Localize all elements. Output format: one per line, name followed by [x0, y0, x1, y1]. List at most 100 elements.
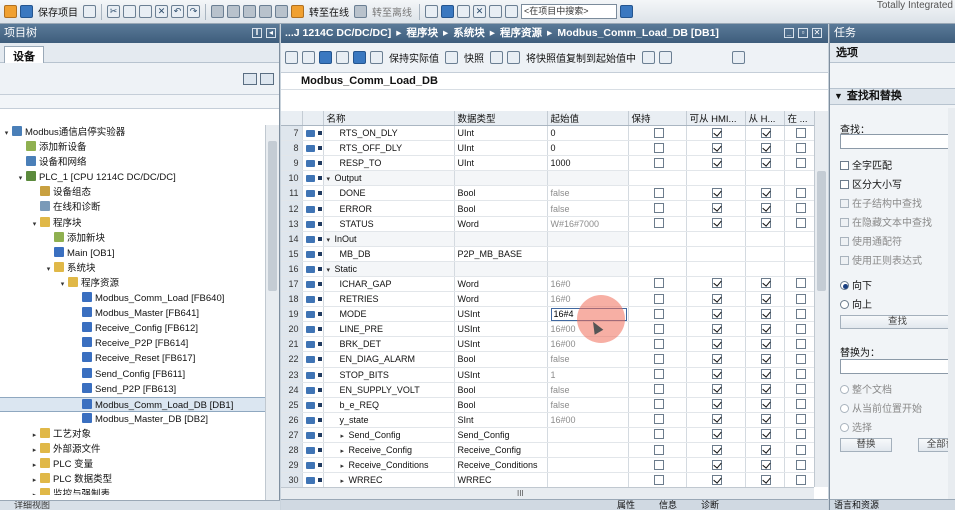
chevron-right-icon[interactable]: ▸	[341, 447, 349, 455]
name-cell[interactable]: ▸ WRREC	[323, 472, 455, 487]
name-cell[interactable]: EN_SUPPLY_VOLT	[323, 382, 455, 398]
retain-cell[interactable]	[628, 306, 687, 323]
visible-in-hmi-checkbox[interactable]	[795, 142, 806, 153]
writable-from-hmi-cell[interactable]	[745, 140, 785, 157]
accessible-from-hmi-checkbox[interactable]	[712, 338, 722, 349]
visible-in-hmi-cell[interactable]	[784, 367, 814, 383]
table-row[interactable]: 23 STOP_BITS USInt 1	[281, 367, 814, 383]
whole-word-option[interactable]: 全字匹配	[840, 157, 892, 172]
load-snapshot-icon[interactable]	[507, 51, 520, 64]
accessible-from-hmi-cell[interactable]	[686, 472, 746, 487]
visible-in-hmi-cell[interactable]	[784, 457, 814, 474]
detail-view-icon[interactable]	[260, 73, 274, 85]
writable-from-hmi-checkbox[interactable]	[761, 203, 771, 214]
accessible-from-hmi-checkbox[interactable]	[712, 157, 722, 168]
writable-from-hmi-checkbox[interactable]	[761, 414, 771, 425]
inspector-tab[interactable]: 信息	[659, 500, 677, 510]
writable-from-hmi-cell[interactable]	[745, 170, 785, 187]
accessible-from-hmi-cell[interactable]	[686, 412, 746, 428]
retain-cell[interactable]	[628, 291, 687, 308]
writable-from-hmi-checkbox[interactable]	[761, 353, 771, 364]
selection-radio[interactable]	[840, 423, 849, 432]
copy-snapshot-icon[interactable]	[490, 51, 503, 64]
table-row[interactable]: 30 ▸ WRREC WRREC	[281, 472, 814, 487]
selection-option[interactable]: 选择	[840, 419, 872, 434]
start-value-cell[interactable]	[547, 457, 629, 474]
project-search-input[interactable]: <在项目中搜索>	[521, 4, 617, 19]
tree-item[interactable]: Send_P2P [FB613]	[0, 382, 265, 397]
data-type-cell[interactable]	[454, 261, 548, 277]
data-type-cell[interactable]: UInt	[454, 140, 548, 157]
start-value-cell[interactable]: false	[547, 397, 629, 413]
collapse-panel-icon[interactable]: ◂	[266, 28, 276, 38]
retain-checkbox[interactable]	[653, 323, 664, 334]
accessible-from-hmi-cell[interactable]	[686, 276, 746, 293]
breadcrumb-item[interactable]: 程序资源	[500, 27, 542, 39]
retain-cell[interactable]	[628, 155, 687, 172]
initialize-setpoints-icon[interactable]	[659, 51, 672, 64]
column-header[interactable]: 在 ...	[784, 111, 814, 126]
accessible-from-hmi-checkbox[interactable]	[712, 278, 722, 289]
chevron-down-icon[interactable]: ▾	[58, 277, 67, 292]
table-row[interactable]: 26 y_state SInt 16#00	[281, 412, 814, 428]
insert-row-icon[interactable]	[285, 51, 298, 64]
accessible-from-hmi-cell[interactable]	[686, 427, 746, 443]
visible-in-hmi-checkbox[interactable]	[795, 127, 806, 138]
visible-in-hmi-cell[interactable]	[784, 397, 814, 413]
writable-from-hmi-cell[interactable]	[745, 200, 785, 217]
visible-in-hmi-cell[interactable]	[784, 140, 814, 157]
retain-checkbox[interactable]	[653, 218, 664, 229]
visible-in-hmi-cell[interactable]	[784, 336, 814, 353]
writable-from-hmi-checkbox[interactable]	[761, 338, 771, 349]
substructures-option[interactable]: 在子结构中查找	[840, 195, 922, 210]
writable-from-hmi-cell[interactable]	[745, 427, 785, 443]
data-type-cell[interactable]: USInt	[454, 321, 548, 338]
visible-in-hmi-cell[interactable]	[784, 231, 814, 247]
name-cell[interactable]: ▸ Send_Config	[323, 427, 455, 443]
data-type-cell[interactable]: WRREC	[454, 472, 548, 487]
table-row[interactable]: 9 RESP_TO UInt 1000	[281, 155, 814, 172]
table-row[interactable]: 16 ▾ Static	[281, 261, 814, 277]
retain-cell[interactable]	[628, 125, 687, 142]
tree-item[interactable]: Receive_Config [FB612]	[0, 321, 265, 336]
data-type-cell[interactable]: SInt	[454, 412, 548, 428]
visible-in-hmi-checkbox[interactable]	[795, 308, 806, 319]
keep-actual-values-button[interactable]: 保持实际值	[387, 50, 441, 65]
writable-from-hmi-checkbox[interactable]	[761, 459, 771, 470]
name-cell[interactable]: RTS_OFF_DLY	[323, 140, 455, 157]
start-value-cell[interactable]: false	[547, 185, 629, 202]
tree-item[interactable]: ▸ 外部源文件	[0, 442, 265, 457]
retain-checkbox[interactable]	[653, 459, 664, 470]
start-value-cell[interactable]	[547, 170, 629, 187]
name-cell[interactable]: RTS_ON_DLY	[323, 125, 455, 142]
name-cell[interactable]: b_e_REQ	[323, 397, 455, 413]
replace-input[interactable]	[840, 359, 955, 374]
writable-from-hmi-cell[interactable]	[745, 246, 785, 262]
visible-in-hmi-cell[interactable]	[784, 291, 814, 308]
table-row[interactable]: 19 MODE USInt 16#4	[281, 306, 814, 323]
chevron-down-icon[interactable]: ▾	[327, 236, 335, 244]
start-value-cell[interactable]: 16#00	[547, 336, 629, 353]
snapshot-button[interactable]: 快照	[462, 50, 486, 65]
accessible-from-hmi-checkbox[interactable]	[712, 293, 722, 304]
accessible-from-hmi-cell[interactable]	[686, 457, 746, 474]
start-value-cell[interactable]: 16#0	[547, 291, 629, 308]
start-value-cell[interactable]: false	[547, 200, 629, 217]
writable-from-hmi-cell[interactable]	[745, 231, 785, 247]
start-value-cell[interactable]: 0	[547, 125, 629, 142]
table-row[interactable]: 14 ▾ InOut	[281, 231, 814, 247]
visible-in-hmi-cell[interactable]	[784, 412, 814, 428]
chevron-down-icon[interactable]: ▾	[2, 126, 11, 141]
writable-from-hmi-checkbox[interactable]	[761, 399, 771, 410]
writable-from-hmi-cell[interactable]	[745, 185, 785, 202]
retain-checkbox[interactable]	[653, 399, 664, 410]
writable-from-hmi-checkbox[interactable]	[761, 429, 771, 440]
name-cell[interactable]: DONE	[323, 185, 455, 202]
direction-down-option[interactable]: 向下	[840, 277, 872, 292]
column-header[interactable]: 可从 HMI...	[686, 111, 746, 126]
hidden-text-checkbox[interactable]	[840, 218, 849, 227]
name-cell[interactable]: ▾ Output	[323, 170, 455, 187]
retain-checkbox[interactable]	[653, 369, 664, 380]
direction-down-radio[interactable]	[840, 281, 849, 290]
split-vertical-icon[interactable]	[505, 5, 518, 18]
